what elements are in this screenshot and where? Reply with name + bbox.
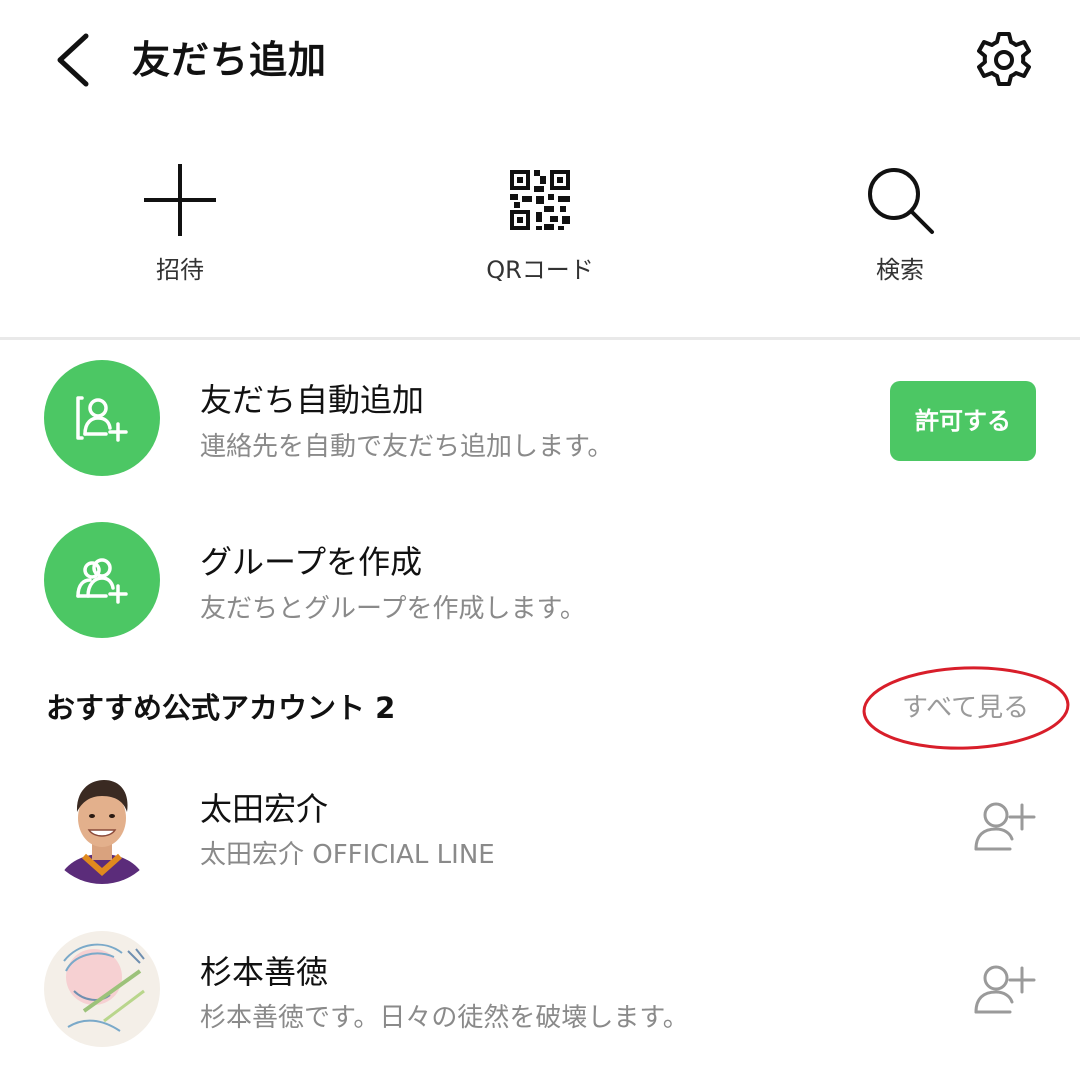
- account-subtitle: 太田宏介 OFFICIAL LINE: [200, 840, 495, 870]
- allow-button[interactable]: 許可する: [890, 381, 1036, 461]
- invite-label: 招待: [156, 256, 204, 284]
- contact-add-icon: [76, 396, 128, 442]
- see-all-link[interactable]: すべて見る: [902, 688, 1029, 728]
- quick-actions: 招待 QRコード 検索: [0, 150, 1080, 300]
- auto-add-icon-circle: [44, 360, 160, 476]
- search-action[interactable]: 検索: [800, 150, 1000, 300]
- create-group-row[interactable]: グループを作成 友だちとグループを作成します。: [0, 520, 1080, 650]
- page-title: 友だち追加: [132, 38, 328, 82]
- group-add-icon: [76, 558, 128, 604]
- account-row[interactable]: 太田宏介 太田宏介 OFFICIAL LINE: [0, 765, 1080, 905]
- avatar: [44, 931, 160, 1047]
- account-subtitle: 杉本善徳です。日々の徒然を破壊します。: [200, 1003, 689, 1033]
- auto-add-title: 友だち自動追加: [200, 381, 425, 419]
- qr-code-label: QRコード: [486, 256, 594, 284]
- qr-code-icon: [510, 170, 570, 230]
- auto-add-row[interactable]: 友だち自動追加 連絡先を自動で友だち追加します。 許可する: [0, 358, 1080, 488]
- recommended-title: おすすめ公式アカウント 2: [46, 691, 396, 725]
- add-friend-button[interactable]: [970, 958, 1036, 1024]
- add-friend-button[interactable]: [970, 795, 1036, 861]
- settings-button[interactable]: [972, 28, 1036, 92]
- back-button[interactable]: [48, 30, 104, 90]
- create-group-subtitle: 友だちとグループを作成します。: [200, 594, 586, 624]
- search-icon: [868, 168, 934, 234]
- chevron-left-icon: [57, 33, 89, 87]
- account-name: 杉本善徳: [200, 953, 329, 991]
- account-name: 太田宏介: [200, 790, 329, 828]
- create-group-title: グループを作成: [200, 543, 423, 581]
- section-divider: [0, 337, 1080, 340]
- search-label: 検索: [876, 256, 924, 284]
- gear-icon: [977, 32, 1031, 86]
- add-friend-icon: [974, 965, 1036, 1014]
- account-row[interactable]: 杉本善徳 杉本善徳です。日々の徒然を破壊します。: [0, 928, 1080, 1068]
- qr-code-action[interactable]: QRコード: [440, 150, 640, 300]
- invite-action[interactable]: 招待: [80, 150, 280, 300]
- plus-icon: [144, 164, 216, 236]
- recommended-header: おすすめ公式アカウント 2 すべて見る: [0, 680, 1080, 740]
- auto-add-subtitle: 連絡先を自動で友だち追加します。: [200, 432, 614, 462]
- add-friend-icon: [974, 802, 1036, 851]
- app-header: 友だち追加: [0, 0, 1080, 120]
- create-group-icon-circle: [44, 522, 160, 638]
- avatar: [44, 768, 160, 884]
